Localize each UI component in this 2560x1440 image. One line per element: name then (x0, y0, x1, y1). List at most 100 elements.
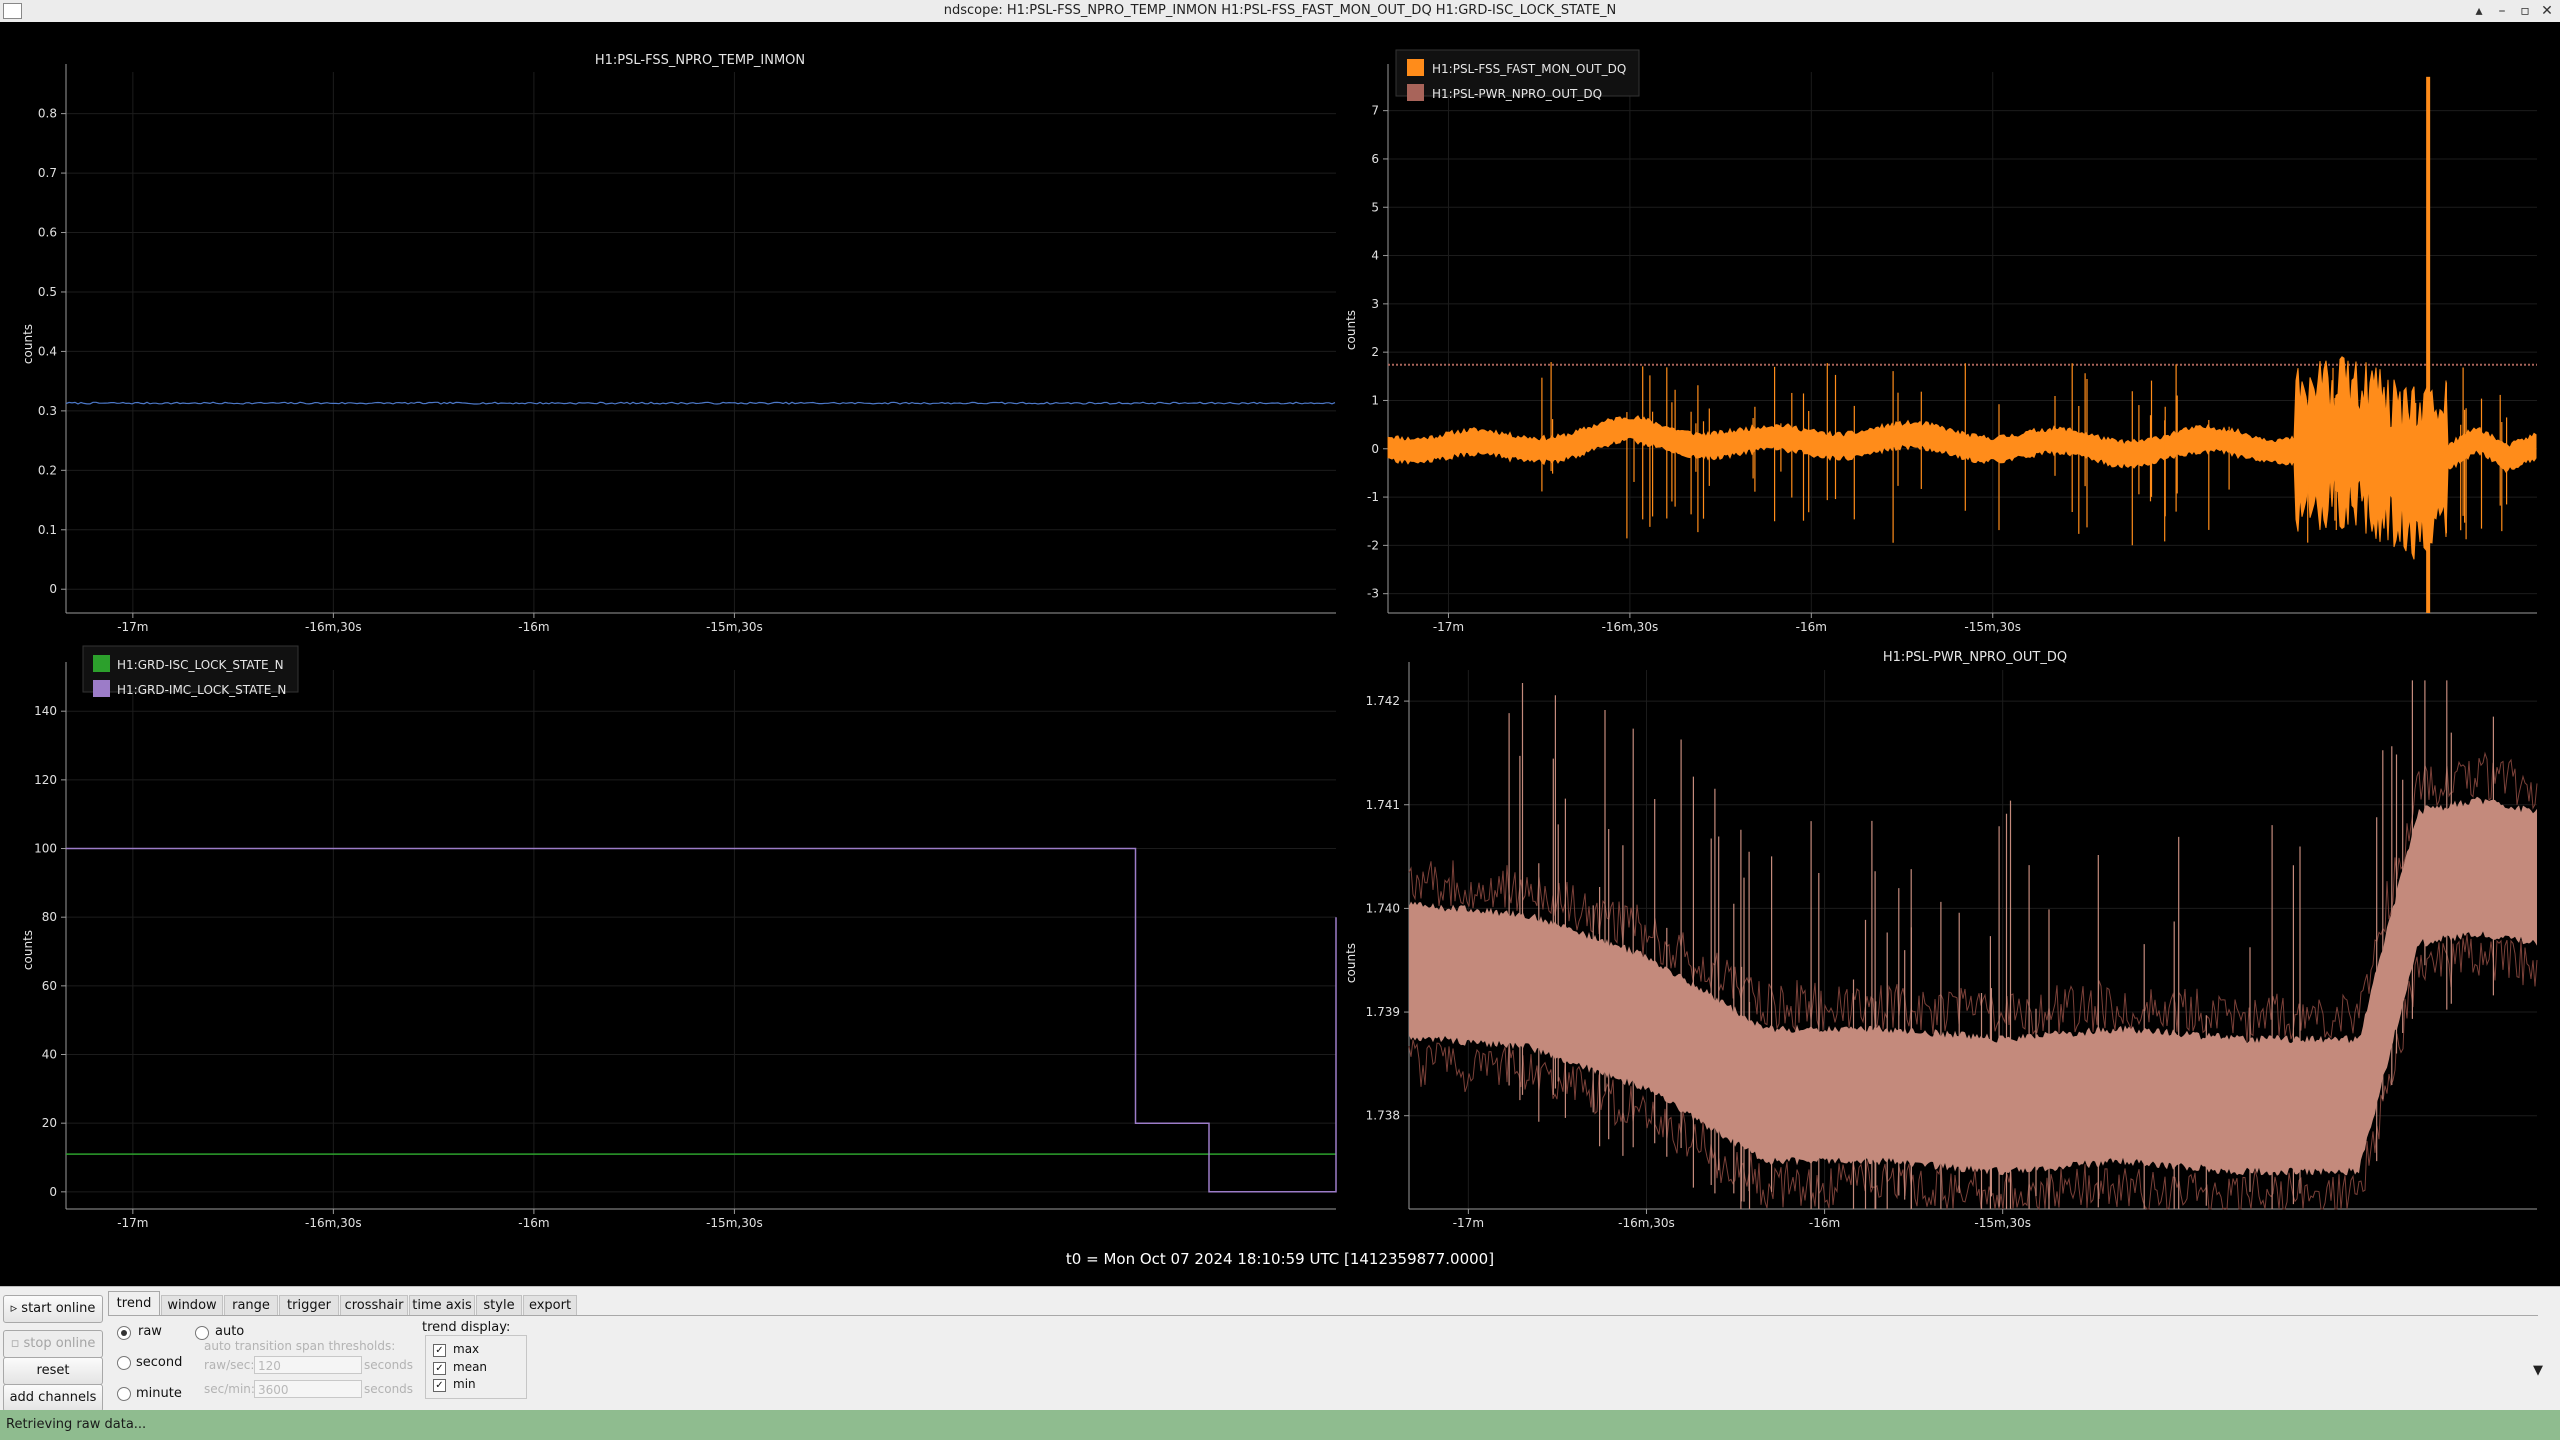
raw-sec-input[interactable]: 120 (254, 1356, 362, 1374)
y-tick-label: 40 (42, 1048, 57, 1062)
start-online-button[interactable]: ▹ start online (3, 1295, 103, 1323)
y-axis-label: counts (21, 930, 35, 970)
reset-button[interactable]: reset (3, 1357, 103, 1385)
legend-label-fast: H1:PSL-FSS_FAST_MON_OUT_DQ (1432, 62, 1626, 76)
plot-data (1408, 680, 2538, 1211)
minute-label: minute (136, 1386, 182, 1401)
min-checkbox[interactable]: ✓ (433, 1379, 446, 1392)
plot-axes: -17m -16m,30s -16m -15m,30s 7 6 5 4 3 2 1 0 -1 -2 -3 (1367, 64, 2537, 634)
y-tick-label: 0.1 (38, 523, 57, 537)
y-tick-label: 100 (34, 842, 57, 856)
y-tick-label: -1 (1367, 490, 1379, 504)
auto-thresholds-label: auto transition span thresholds: (204, 1339, 396, 1353)
raw-sec-label: raw/sec: (204, 1358, 255, 1372)
y-tick-label: 1.739 (1366, 1005, 1400, 1019)
x-tick-label: -15m,30s (706, 1216, 763, 1230)
plot-grid (66, 72, 1336, 613)
tab-style[interactable]: style (476, 1295, 522, 1316)
x-tick-label: -17m (1433, 620, 1464, 634)
plot-grid (1388, 72, 2537, 613)
minimize-icon[interactable]: – (2492, 1, 2512, 21)
sec-min-unit: seconds (364, 1382, 414, 1396)
plot-axes: -17m -16m,30s -16m -15m,30s 0.8 0.7 0.6 0.5 0.4 0… (38, 64, 1336, 634)
window-title: ndscope: H1:PSL-FSS_NPRO_TEMP_INMON H1:P… (943, 3, 1617, 18)
y-tick-label: 0 (1371, 442, 1379, 456)
x-tick-label: -16m,30s (305, 1216, 362, 1230)
plot-title: H1:PSL-FSS_NPRO_TEMP_INMON (595, 53, 805, 68)
y-tick-label: 5 (1371, 200, 1379, 214)
y-tick-label: 0.7 (38, 166, 57, 180)
y-tick-label: 7 (1371, 104, 1379, 118)
x-tick-label: -15m,30s (1974, 1216, 2031, 1230)
x-tick-label: -17m (1453, 1216, 1484, 1230)
close-icon[interactable]: ✕ (2537, 1, 2557, 21)
x-tick-label: -16m (518, 1216, 549, 1230)
y-tick-label: 0.5 (38, 285, 57, 299)
y-tick-label: 0 (49, 1185, 57, 1199)
plot-guardian-states[interactable]: -17m -16m,30s -16m -15m,30s 140 120 100 80 60 40 2… (21, 645, 1337, 1230)
y-tick-label: -2 (1367, 538, 1379, 552)
legend-label-imc: H1:GRD-IMC_LOCK_STATE_N (117, 683, 286, 697)
x-tick-label: -16m (1796, 620, 1827, 634)
max-checkbox[interactable]: ✓ (433, 1344, 446, 1357)
y-tick-label: -3 (1367, 587, 1379, 601)
x-tick-label: -17m (117, 1216, 148, 1230)
tab-export[interactable]: export (523, 1295, 577, 1316)
x-tick-label: -16m (1809, 1216, 1840, 1230)
tab-range[interactable]: range (224, 1295, 278, 1316)
series-npro-temp (65, 401, 1336, 405)
keep-above-icon[interactable]: ▴ (2469, 1, 2489, 21)
plot-npro-temp[interactable]: -17m -16m,30s -16m -15m,30s 0.8 0.7 0.6 0.5 0.4 0… (21, 53, 1336, 634)
y-tick-label: 1.738 (1366, 1109, 1400, 1123)
y-tick-label: 4 (1371, 249, 1379, 263)
auto-radio[interactable] (195, 1326, 209, 1340)
expand-arrow-icon[interactable]: ▼ (2533, 1363, 2543, 1378)
y-tick-label: 1.740 (1366, 901, 1400, 915)
y-tick-label: 2 (1371, 345, 1379, 359)
y-tick-label: 3 (1371, 297, 1379, 311)
legend: H1:GRD-ISC_LOCK_STATE_N H1:GRD-IMC_LOCK_… (82, 645, 299, 697)
sec-min-label: sec/min: (204, 1382, 255, 1396)
stop-online-label: stop online (23, 1336, 96, 1351)
plot-area[interactable]: -17m -16m,30s -16m -15m,30s 0.8 0.7 0.6 0.5 0.4 0… (0, 22, 2560, 1286)
stop-online-button[interactable]: ▫ stop online (3, 1330, 103, 1358)
legend-swatch-pwr (1407, 84, 1424, 101)
y-axis-label: counts (1344, 310, 1358, 350)
y-tick-label: 60 (42, 979, 57, 993)
plot-title: H1:PSL-PWR_NPRO_OUT_DQ (1883, 650, 2067, 665)
plot-axes: -17m -16m,30s -16m -15m,30s 140 120 100 80 60 40 2… (34, 662, 1336, 1230)
plot-fast-mon[interactable]: -17m -16m,30s -16m -15m,30s 7 6 5 4 3 2 1 0 -1 -2 -3 c… (1344, 49, 2537, 634)
y-tick-label: 1.742 (1366, 694, 1400, 708)
trend-display-group: ✓ max ✓ mean ✓ min (425, 1335, 527, 1399)
tab-trend[interactable]: trend (108, 1291, 160, 1316)
y-tick-label: 80 (42, 910, 57, 924)
plot-data (66, 847, 1337, 1193)
tab-window[interactable]: window (161, 1295, 223, 1316)
legend: H1:PSL-FSS_FAST_MON_OUT_DQ H1:PSL-PWR_NP… (1395, 49, 1640, 101)
control-panel: ▹ start online ▫ stop online reset add c… (0, 1286, 2560, 1412)
mean-checkbox[interactable]: ✓ (433, 1362, 446, 1375)
x-tick-label: -17m (117, 620, 148, 634)
t0-label: t0 = Mon Oct 07 2024 18:10:59 UTC [14123… (1065, 1250, 1495, 1268)
sec-min-input[interactable]: 3600 (254, 1380, 362, 1398)
y-tick-label: 1.741 (1366, 798, 1400, 812)
tab-time-axis[interactable]: time axis (409, 1295, 475, 1316)
y-tick-label: 1 (1371, 393, 1379, 407)
y-tick-label: 0.6 (38, 226, 57, 240)
y-tick-label: 0.8 (38, 107, 57, 121)
y-tick-label: 20 (42, 1116, 57, 1130)
second-radio[interactable] (117, 1356, 131, 1370)
minute-radio[interactable] (117, 1387, 131, 1401)
x-tick-label: -16m,30s (305, 620, 362, 634)
plot-npro-power[interactable]: -17m -16m,30s -16m -15m,30s 1.742 1.741 1.740 1… (1344, 650, 2538, 1230)
tab-trigger[interactable]: trigger (279, 1295, 339, 1316)
maximize-icon[interactable]: ▫ (2515, 1, 2535, 21)
raw-radio[interactable] (117, 1326, 131, 1340)
legend-swatch-fast (1407, 59, 1424, 76)
plots-svg[interactable]: -17m -16m,30s -16m -15m,30s 0.8 0.7 0.6 0.5 0.4 0… (0, 22, 2560, 1286)
tab-crosshair[interactable]: crosshair (340, 1295, 408, 1316)
y-axis-label: counts (1344, 943, 1358, 983)
add-channels-button[interactable]: add channels (3, 1384, 103, 1412)
plot-data (65, 401, 1336, 405)
trend-display-label: trend display: (422, 1320, 511, 1335)
